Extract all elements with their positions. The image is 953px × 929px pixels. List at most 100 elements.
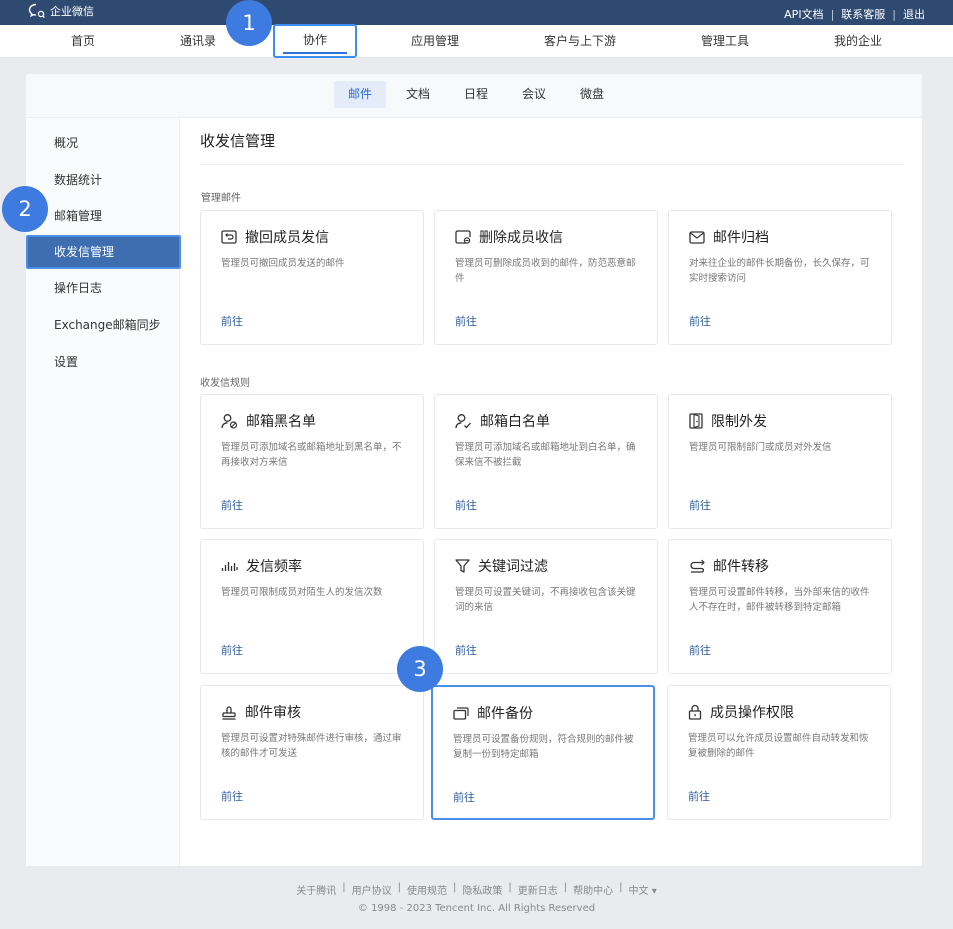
card-title: 邮件备份 xyxy=(453,703,533,723)
card-description: 管理员可设置关键词，不再接收包含该关键词的来信 xyxy=(455,587,636,613)
lock-icon xyxy=(688,704,702,720)
card-title: 撤回成员发信 xyxy=(221,227,329,247)
tab-meeting[interactable]: 会议 xyxy=(508,81,560,108)
go-link[interactable]: 前往 xyxy=(689,497,711,513)
nav-management-tools[interactable]: 管理工具 xyxy=(701,25,749,58)
sub-nav: 邮件 文档 日程 会议 微盘 xyxy=(26,74,922,118)
mail-icon xyxy=(689,230,705,244)
sidebar-item-operation-log[interactable]: 操作日志 xyxy=(54,278,102,298)
main-nav: 首页 通讯录 协作 应用管理 客户与上下游 管理工具 我的企业 xyxy=(0,24,953,58)
sidebar-item-mailbox-management[interactable]: 邮箱管理 xyxy=(54,206,102,226)
nav-my-enterprise[interactable]: 我的企业 xyxy=(834,25,882,58)
language-select[interactable]: 中文 ▾ xyxy=(629,882,657,897)
sidebar: 概况 数据统计 邮箱管理 收发信管理 操作日志 Exchange邮箱同步 设置 xyxy=(26,118,181,866)
api-docs-link[interactable]: API文档 xyxy=(784,6,823,22)
top-links: API文档 | 联系客服 | 退出 xyxy=(784,6,925,22)
footer-link-changelog[interactable]: 更新日志 xyxy=(518,882,558,897)
go-link[interactable]: 前往 xyxy=(221,642,243,658)
go-link[interactable]: 前往 xyxy=(221,788,243,804)
section-label-manage-mail: 管理邮件 xyxy=(201,193,241,204)
go-link[interactable]: 前往 xyxy=(455,497,477,513)
card-member-permissions[interactable]: 成员操作权限 管理员可以允许成员设置邮件自动转发和恢复被删除的邮件 前往 xyxy=(667,685,891,820)
sidebar-item-mail-rules[interactable]: 收发信管理 xyxy=(26,235,181,269)
card-description: 管理员可设置邮件转移，当外部来信的收件人不存在时，邮件被转移到特定邮箱 xyxy=(689,587,870,613)
card-description: 管理员可设置对特殊邮件进行审核，通过审核的邮件才可发送 xyxy=(221,733,402,759)
go-link[interactable]: 前往 xyxy=(455,313,477,329)
go-link[interactable]: 前往 xyxy=(453,789,475,805)
delete-mail-icon xyxy=(455,230,471,244)
card-title: 发信频率 xyxy=(221,556,302,576)
footer-link-privacy[interactable]: 隐私政策 xyxy=(462,882,502,897)
card-send-frequency[interactable]: 发信频率 管理员可限制成员对陌生人的发信次数 前往 xyxy=(200,539,424,674)
card-description: 管理员可添加域名或邮箱地址到白名单，确保来信不被拦截 xyxy=(455,442,636,468)
door-exit-icon xyxy=(689,413,703,429)
card-delete-received-mail[interactable]: 删除成员收信 管理员可删除成员收到的邮件，防范恶意邮件 前往 xyxy=(434,210,658,345)
page-title: 收发信管理 xyxy=(200,132,276,150)
recall-icon xyxy=(221,230,237,244)
footer-link-usage[interactable]: 使用规范 xyxy=(407,882,447,897)
card-description: 管理员可设置备份规则，符合规则的邮件被复制一份到特定邮箱 xyxy=(453,734,634,760)
user-block-icon xyxy=(221,414,238,429)
user-allow-icon xyxy=(455,414,471,429)
nav-app-management[interactable]: 应用管理 xyxy=(411,25,459,58)
tab-calendar[interactable]: 日程 xyxy=(450,81,502,108)
divider xyxy=(200,164,904,165)
go-link[interactable]: 前往 xyxy=(455,642,477,658)
card-mail-review[interactable]: 邮件审核 管理员可设置对特殊邮件进行审核，通过审核的邮件才可发送 前往 xyxy=(200,685,424,820)
card-title: 邮箱黑名单 xyxy=(221,411,316,431)
app-name: 企业微信 xyxy=(50,5,94,18)
footer-link-about[interactable]: 关于腾讯 xyxy=(296,882,336,897)
section-label-mail-rules: 收发信规则 xyxy=(200,378,250,389)
card-mail-archive[interactable]: 邮件归档 对来往企业的邮件长期备份，长久保存，可实时搜索访问 前往 xyxy=(668,210,892,345)
nav-customers-partners[interactable]: 客户与上下游 xyxy=(544,25,616,58)
card-title: 邮件审核 xyxy=(221,702,301,722)
go-link[interactable]: 前往 xyxy=(689,313,711,329)
card-description: 管理员可添加域名或邮箱地址到黑名单，不再接收对方来信 xyxy=(221,442,402,468)
backup-icon xyxy=(453,706,469,720)
card-description: 管理员可撤回成员发送的邮件 xyxy=(221,258,345,269)
separator: | xyxy=(830,7,835,21)
card-whitelist[interactable]: 邮箱白名单 管理员可添加域名或邮箱地址到白名单，确保来信不被拦截 前往 xyxy=(434,394,658,529)
nav-home[interactable]: 首页 xyxy=(71,25,95,58)
footer-link-terms[interactable]: 用户协议 xyxy=(352,882,392,897)
card-blacklist[interactable]: 邮箱黑名单 管理员可添加域名或邮箱地址到黑名单，不再接收对方来信 前往 xyxy=(200,394,424,529)
card-mail-backup[interactable]: 邮件备份 管理员可设置备份规则，符合规则的邮件被复制一份到特定邮箱 前往 xyxy=(431,685,655,820)
card-description: 管理员可限制部门或成员对外发信 xyxy=(689,442,832,453)
content-panel: 邮件 文档 日程 会议 微盘 概况 数据统计 邮箱管理 收发信管理 操作日志 E… xyxy=(26,74,922,866)
stamp-icon xyxy=(222,706,236,720)
card-mail-transfer[interactable]: 邮件转移 管理员可设置邮件转移，当外部来信的收件人不存在时，邮件被转移到特定邮箱… xyxy=(668,539,892,674)
logout-link[interactable]: 退出 xyxy=(903,6,925,22)
nav-contacts[interactable]: 通讯录 xyxy=(180,25,216,58)
card-title: 邮箱白名单 xyxy=(455,411,550,431)
sidebar-item-overview[interactable]: 概况 xyxy=(54,133,78,153)
top-bar: 企业微信 API文档 | 联系客服 | 退出 xyxy=(0,0,953,25)
logo[interactable]: 企业微信 xyxy=(28,3,94,19)
card-title: 删除成员收信 xyxy=(455,227,563,247)
nav-collaboration[interactable]: 协作 xyxy=(273,24,357,58)
copyright: © 1998 - 2023 Tencent Inc. All Rights Re… xyxy=(357,903,596,914)
tab-drive[interactable]: 微盘 xyxy=(566,81,618,108)
card-title: 成员操作权限 xyxy=(688,702,794,722)
card-title: 限制外发 xyxy=(689,411,767,431)
card-keyword-filter[interactable]: 关键词过滤 管理员可设置关键词，不再接收包含该关键词的来信 前往 xyxy=(434,539,658,674)
support-link[interactable]: 联系客服 xyxy=(841,6,885,22)
sidebar-item-settings[interactable]: 设置 xyxy=(54,352,78,372)
footer-link-help[interactable]: 帮助中心 xyxy=(573,882,613,897)
frequency-icon xyxy=(221,561,238,571)
wecom-logo-icon xyxy=(28,3,45,19)
step-badge-2: 2 xyxy=(2,186,48,232)
card-recall-mail[interactable]: 撤回成员发信 管理员可撤回成员发送的邮件 前往 xyxy=(200,210,424,345)
card-description: 对来往企业的邮件长期备份，长久保存，可实时搜索访问 xyxy=(689,258,870,284)
tab-docs[interactable]: 文档 xyxy=(392,81,444,108)
go-link[interactable]: 前往 xyxy=(221,313,243,329)
card-title: 邮件归档 xyxy=(689,227,769,247)
card-title: 关键词过滤 xyxy=(455,556,548,576)
footer: 关于腾讯 | 用户协议 | 使用规范 | 隐私政策 | 更新日志 | 帮助中心 | 中文 ▾… xyxy=(0,882,953,914)
card-restrict-outgoing[interactable]: 限制外发 管理员可限制部门或成员对外发信 前往 xyxy=(668,394,892,529)
go-link[interactable]: 前往 xyxy=(689,642,711,658)
tab-mail[interactable]: 邮件 xyxy=(333,81,387,108)
go-link[interactable]: 前往 xyxy=(221,497,243,513)
sidebar-item-exchange-sync[interactable]: Exchange邮箱同步 xyxy=(54,315,161,335)
go-link[interactable]: 前往 xyxy=(688,788,710,804)
sidebar-item-statistics[interactable]: 数据统计 xyxy=(54,170,102,190)
